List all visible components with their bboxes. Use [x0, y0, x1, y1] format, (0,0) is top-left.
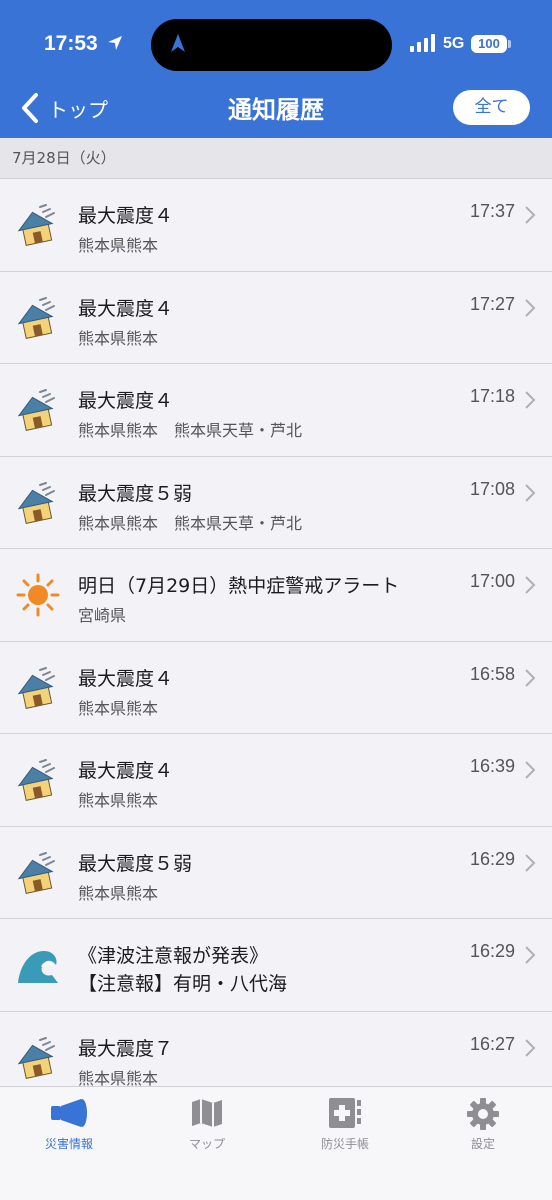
list-item[interactable]: 最大震度４ 熊本県熊本 17:37 — [0, 179, 552, 272]
item-time: 17:18 — [469, 386, 515, 406]
location-arrow-icon — [108, 36, 122, 50]
item-time: 17:37 — [469, 201, 515, 221]
list-item[interactable]: 最大震度４ 熊本県熊本 16:39 — [0, 734, 552, 827]
item-time: 16:29 — [469, 941, 515, 961]
tab-bar: 災害情報 マップ 防災手帳 設定 — [0, 1086, 552, 1200]
header: 17:53 5G 100 トップ 通知履歴 全て — [0, 0, 552, 138]
item-title: 最大震度４ — [78, 390, 174, 412]
tab-label: 災害情報 — [44, 1137, 93, 1151]
tsunami-wave-icon — [16, 943, 60, 987]
earthquake-house-icon — [16, 666, 60, 710]
tab-label: 防災手帳 — [320, 1137, 369, 1151]
list-item[interactable]: 最大震度５弱 熊本県熊本 16:29 — [0, 826, 552, 919]
item-title: 明日（7月29日）熱中症警戒アラート — [78, 575, 400, 597]
gear-icon — [467, 1098, 499, 1130]
earthquake-house-icon — [16, 851, 60, 895]
item-subtitle: 熊本県熊本 — [78, 791, 159, 810]
item-time: 17:08 — [469, 478, 515, 499]
item-subtitle: 熊本県熊本 — [78, 328, 159, 348]
earthquake-house-icon — [16, 758, 60, 802]
tab-settings[interactable]: 設定 — [414, 1087, 552, 1167]
chevron-right-icon — [525, 761, 536, 779]
item-subtitle: 熊本県熊本 熊本県天草・芦北 — [78, 513, 303, 533]
chevron-right-icon — [525, 946, 536, 964]
megaphone-icon — [51, 1099, 87, 1127]
item-subtitle: 熊本県熊本 — [78, 1068, 159, 1087]
list-item[interactable]: 最大震度５弱 熊本県熊本 熊本県天草・芦北 17:08 — [0, 456, 552, 549]
chevron-right-icon — [525, 206, 536, 224]
dynamic-island — [151, 19, 392, 71]
status-time: 17:53 — [44, 32, 98, 55]
item-subtitle: 熊本県熊本 — [78, 698, 159, 718]
list-item[interactable]: 最大震度４ 熊本県熊本 熊本県天草・芦北 17:18 — [0, 364, 552, 457]
notification-list: 最大震度４ 熊本県熊本 17:37 最大震度４ 熊本県熊本 17:27 最大震度… — [0, 179, 552, 1086]
earthquake-house-icon — [16, 1036, 60, 1080]
all-button[interactable]: 全て — [453, 90, 530, 125]
item-time: 16:27 — [469, 1033, 515, 1054]
item-time: 17:27 — [469, 293, 515, 314]
item-subtitle: 熊本県熊本 熊本県天草・芦北 — [78, 421, 303, 440]
list-item[interactable]: 最大震度４ 熊本県熊本 16:58 — [0, 641, 552, 734]
list-item[interactable]: 明日（7月29日）熱中症警戒アラート 宮崎県 17:00 — [0, 549, 552, 642]
chevron-right-icon — [525, 668, 536, 687]
item-title: 最大震度５弱 — [78, 852, 193, 875]
chevron-right-icon — [525, 576, 536, 594]
earthquake-house-icon — [16, 296, 60, 340]
item-title: 最大震度７ — [78, 1037, 174, 1060]
earthquake-house-icon — [16, 388, 60, 432]
item-subtitle: 熊本県熊本 — [78, 236, 159, 255]
section-date-header: 7月28日（火） — [0, 138, 552, 179]
item-title: 最大震度４ — [78, 205, 174, 227]
earthquake-house-icon — [16, 203, 60, 247]
battery-tip — [508, 40, 511, 48]
sun-icon — [16, 573, 60, 617]
chevron-right-icon — [525, 853, 536, 872]
tab-disaster-notebook[interactable]: 防災手帳 — [276, 1087, 414, 1167]
earthquake-house-icon — [16, 481, 60, 525]
item-time: 17:00 — [469, 571, 515, 591]
signal-icon — [410, 34, 435, 52]
chevron-right-icon — [525, 1038, 536, 1057]
item-time: 16:39 — [469, 756, 515, 776]
item-title: 最大震度４ — [78, 297, 174, 320]
network-type: 5G — [443, 35, 465, 52]
battery-icon: 100 — [471, 35, 507, 53]
item-subtitle: 宮崎県 — [78, 606, 127, 625]
navigation-arrow-icon — [171, 34, 185, 52]
chevron-right-icon — [525, 391, 536, 409]
item-title: 最大震度４ — [78, 667, 174, 690]
tab-disaster-info[interactable]: 災害情報 — [0, 1087, 138, 1167]
list-item[interactable]: 最大震度４ 熊本県熊本 17:27 — [0, 271, 552, 364]
tab-label: マップ — [188, 1137, 225, 1151]
tab-label: 設定 — [470, 1137, 495, 1151]
item-time: 16:29 — [469, 848, 515, 869]
chevron-right-icon — [525, 298, 536, 317]
list-item[interactable]: 《津波注意報が発表》 【注意報】有明・八代海 16:29 — [0, 919, 552, 1012]
map-icon — [192, 1099, 222, 1127]
item-time: 16:58 — [469, 663, 515, 684]
tab-map[interactable]: マップ — [138, 1087, 276, 1167]
item-subtitle: 熊本県熊本 — [78, 883, 159, 903]
chevron-right-icon — [525, 483, 536, 502]
item-title: 《津波注意報が発表》 — [78, 945, 269, 967]
item-title: 最大震度５弱 — [78, 482, 193, 505]
item-subtitle: 【注意報】有明・八代海 — [78, 973, 288, 995]
first-aid-notebook-icon — [329, 1098, 361, 1128]
list-item[interactable]: 最大震度７ 熊本県熊本 16:27 — [0, 1011, 552, 1087]
item-title: 最大震度４ — [78, 760, 174, 782]
